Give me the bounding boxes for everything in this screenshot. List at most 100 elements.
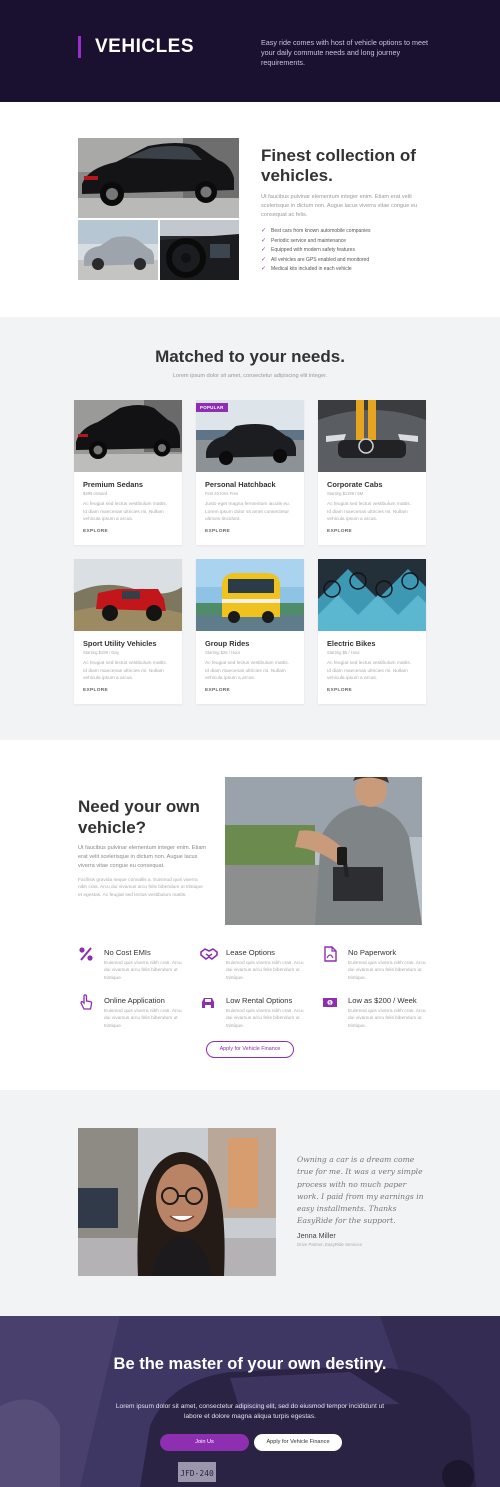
feature-title: No Cost EMIs (104, 948, 151, 957)
feature-title: Online Application (104, 996, 165, 1005)
section-subtitle: Lorem ipsum dolor sit amet, consectetur … (172, 373, 328, 379)
explore-link[interactable]: EXPLORE (205, 529, 230, 534)
testimonial-author-role: Drive Partner, EasyRide Services (297, 1242, 362, 1247)
card-title: Premium Sedans (83, 480, 143, 489)
check-icon: ✓ (261, 256, 267, 263)
feature-title: No Paperwork (348, 948, 397, 957)
feature-description: Euismod quis viverra nibh cras. Arcu dui… (104, 1009, 182, 1029)
hero-banner: VEHICLES Easy ride comes with host of ve… (0, 0, 500, 102)
card-description: Ac feugiat sed lectus vestibulum mattis.… (83, 502, 167, 523)
car-icon (200, 994, 216, 1010)
popular-badge: POPULAR (196, 403, 228, 412)
card-price: $499 onward (83, 491, 108, 496)
explore-link[interactable]: EXPLORE (327, 688, 352, 693)
testimonial-portrait (78, 1128, 276, 1276)
corporate-cab-image (318, 400, 426, 472)
feature-description: Euismod quis viverra nibh cras. Arcu dui… (226, 1009, 304, 1029)
testimonial-author: Jenna Miller (297, 1231, 336, 1240)
group-ride-van-image (196, 559, 304, 631)
page-title: VEHICLES (95, 36, 195, 57)
check-icon: ✓ (261, 247, 267, 254)
card-description: Ac feugiat sed lectus vestibulum mattis.… (83, 661, 167, 682)
section-heading: Matched to your needs. (155, 347, 345, 366)
checklist-item: ✓ All vehicles are GPS enabled and monito… (261, 256, 371, 266)
feature-description: Euismod quis viverra nibh cras. Arcu dui… (348, 1009, 426, 1029)
vehicle-types-section: Matched to your needs. Lorem ipsum dolor… (0, 317, 500, 740)
check-icon: ✓ (261, 237, 267, 244)
feature-low-rental-options: Low Rental Options Euismod quis viverra … (200, 992, 310, 1032)
feature-description: Euismod quis viverra nibh cras. Arcu dui… (226, 961, 304, 981)
testimonial-quote: Owning a car is a dream come true for me… (297, 1155, 424, 1226)
sedan-photo (78, 138, 239, 218)
card-description: Ac feugiat sed lectus vestibulum mattis.… (205, 661, 289, 682)
card-title: Group Rides (205, 639, 250, 648)
feature-online-application: Online Application Euismod quis viverra … (78, 992, 188, 1032)
collection-section: Finest collection of vehicles. Ut faucib… (0, 102, 500, 317)
join-cta-section: JFD-240 Be the master of your own destin… (0, 1316, 500, 1487)
premium-sedan-image (74, 400, 182, 472)
card-price: Starting $1199 / 6M (327, 491, 364, 496)
card-price: Starting $26 / Hour (205, 650, 241, 655)
title-accent-bar (78, 36, 81, 58)
svg-text:$: $ (328, 1000, 331, 1006)
money-icon: $ (322, 994, 338, 1010)
card-description: Ac feugiat sed lectus vestibulum mattis.… (327, 502, 411, 523)
check-icon: ✓ (261, 228, 267, 234)
apply-finance-button[interactable]: Apply for Vehicle Finance (206, 1041, 294, 1058)
apply-finance-footer-button[interactable]: Apply for Vehicle Finance (254, 1434, 342, 1451)
collection-heading: Finest collection of vehicles. (261, 146, 416, 185)
feature-checklist: ✓ Best cars from known automobile compani… (261, 227, 371, 275)
suv-image (74, 559, 182, 631)
feature-description: Euismod quis viverra nibh cras. Arcu dui… (104, 961, 182, 981)
finance-heading: Need your own vehicle? (78, 797, 200, 837)
vehicle-card-premium-sedans[interactable]: Premium Sedans $499 onward Ac feugiat se… (74, 400, 182, 545)
feature-no-paperwork: No Paperwork Euismod quis viverra nibh c… (322, 944, 432, 984)
silver-car-photo (78, 220, 158, 280)
card-title: Personal Hatchback (205, 480, 276, 489)
card-title: Electric Bikes (327, 639, 376, 648)
card-description: Ac feugiat sed lectus vestibulum mattis.… (327, 661, 411, 682)
percent-icon (78, 946, 94, 962)
cta-heading: Be the master of your own destiny. (113, 1355, 387, 1373)
finance-paragraph-secondary: Facilisis gravida neque convallis a. Eui… (78, 878, 203, 898)
checklist-item: ✓ Equipped with modern safety features (261, 246, 371, 256)
collection-paragraph: Ut faucibus pulvinar elementum integer e… (261, 194, 418, 218)
document-icon (322, 946, 338, 962)
card-title: Sport Utility Vehicles (83, 639, 157, 648)
feature-title: Low Rental Options (226, 996, 293, 1005)
feature-title: Lease Options (226, 948, 275, 957)
explore-link[interactable]: EXPLORE (83, 529, 108, 534)
vehicle-card-electric-bikes[interactable]: Electric Bikes Starting $5 / Hour Ac feu… (318, 559, 426, 704)
card-price: First 20 Kms Free (205, 491, 239, 496)
checklist-item: ✓ Medical kits included in each vehicle (261, 265, 371, 275)
vehicle-card-personal-hatchback[interactable]: POPULAR Personal Hatchback First 20 Kms … (196, 400, 304, 545)
feature-lease-options: Lease Options Euismod quis viverra nibh … (200, 944, 310, 984)
finance-paragraph: Ut faucibus pulvinar elementum integer e… (78, 845, 207, 869)
card-price: Starting $5 / Hour (327, 650, 360, 655)
electric-bikes-image (318, 559, 426, 631)
card-price: Starting $199 / Day (83, 650, 119, 655)
explore-link[interactable]: EXPLORE (205, 688, 230, 693)
handshake-icon (200, 946, 218, 962)
explore-link[interactable]: EXPLORE (327, 529, 352, 534)
check-icon: ✓ (261, 266, 267, 273)
explore-link[interactable]: EXPLORE (83, 688, 108, 693)
feature-description: Euismod quis viverra nibh cras. Arcu dui… (348, 961, 426, 981)
hero-description: Easy ride comes with host of vehicle opt… (261, 38, 428, 67)
finance-section: Need your own vehicle? Ut faucibus pulvi… (0, 740, 500, 1090)
join-us-button[interactable]: Join Us (160, 1434, 249, 1451)
car-interior-photo (160, 220, 239, 280)
card-description: Justo eget magna fermentum iaculis eu. L… (205, 502, 291, 523)
car-keys-photo (225, 777, 422, 925)
vehicle-card-group-rides[interactable]: Group Rides Starting $26 / Hour Ac feugi… (196, 559, 304, 704)
feature-no-cost-emis: No Cost EMIs Euismod quis viverra nibh c… (78, 944, 188, 984)
checklist-item: ✓ Best cars from known automobile compani… (261, 227, 371, 237)
card-title: Corporate Cabs (327, 480, 383, 489)
vehicle-card-suv[interactable]: Sport Utility Vehicles Starting $199 / D… (74, 559, 182, 704)
feature-title: Low as $200 / Week (348, 996, 417, 1005)
testimonial-section: Owning a car is a dream come true for me… (0, 1090, 500, 1316)
pointer-hand-icon (78, 994, 94, 1010)
checklist-item: ✓ Periodic service and maintenance (261, 237, 371, 247)
vehicle-card-corporate-cabs[interactable]: Corporate Cabs Starting $1199 / 6M Ac fe… (318, 400, 426, 545)
feature-low-weekly-price: $ Low as $200 / Week Euismod quis viverr… (322, 992, 432, 1032)
